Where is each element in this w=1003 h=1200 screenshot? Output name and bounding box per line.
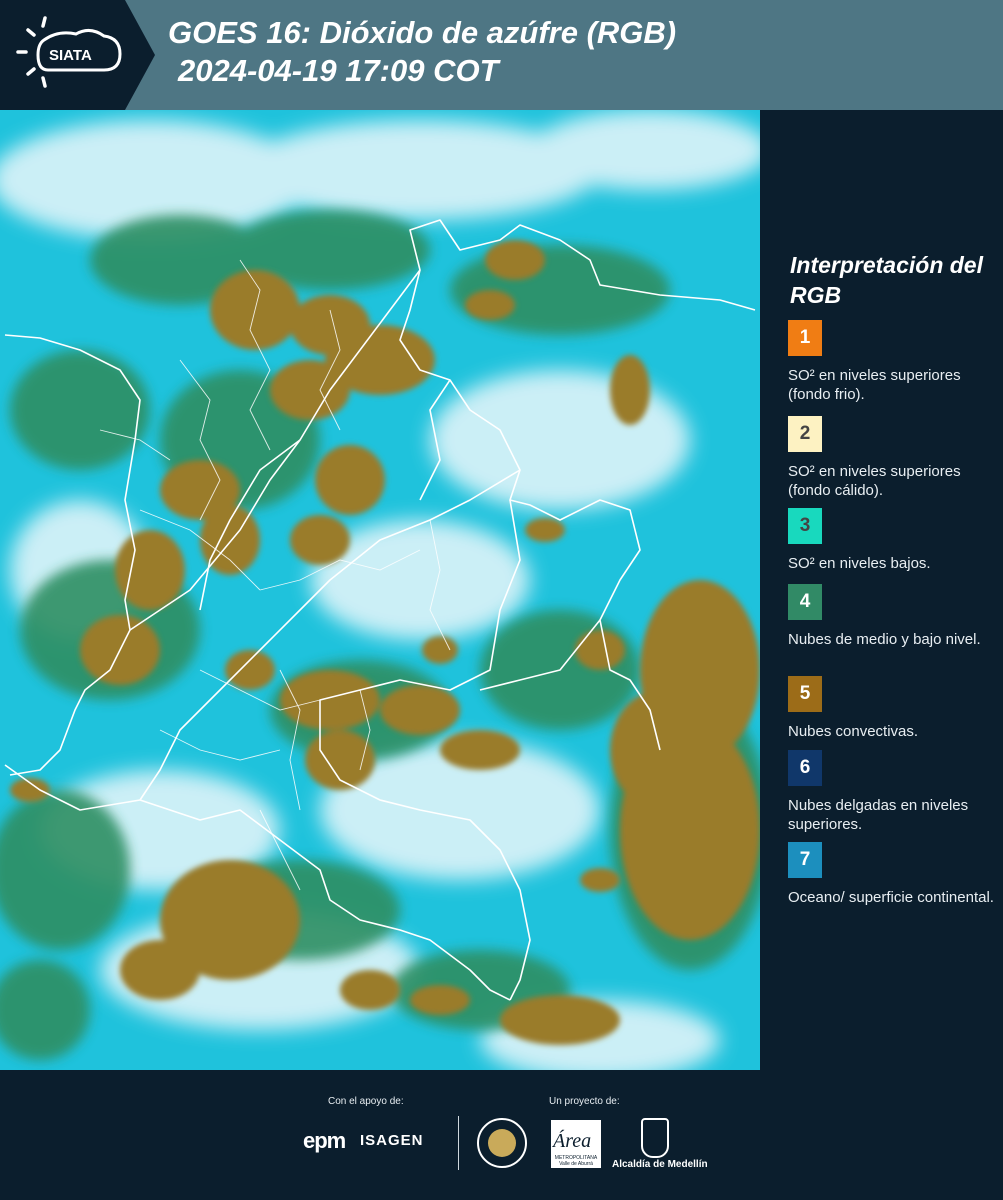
alcaldia-shield-icon bbox=[641, 1118, 669, 1158]
page-title: GOES 16: Dióxido de azúfre (RGB) 2024-04… bbox=[168, 14, 676, 90]
legend-label-4: Nubes de medio y bajo nivel. bbox=[788, 631, 981, 648]
legend-item-4: 4 Nubes de medio y bajo nivel. bbox=[788, 584, 998, 649]
legend-item-2: 2 SO² en niveles superiores (fondo cálid… bbox=[788, 416, 998, 500]
siata-logo: SIATA bbox=[0, 0, 155, 110]
area-logo-text: Área bbox=[553, 1130, 592, 1152]
footer: Con el apoyo de: Un proyecto de: epm ISA… bbox=[0, 1070, 1003, 1200]
alcaldia-logo-text: Alcaldía de Medellín bbox=[612, 1159, 708, 1170]
legend-item-6: 6 Nubes delgadas en niveles superiores. bbox=[788, 750, 998, 834]
legend-swatch-7: 7 bbox=[788, 842, 822, 878]
title-line-product: GOES 16: Dióxido de azúfre (RGB) bbox=[168, 15, 677, 50]
isagen-logo: ISAGEN bbox=[360, 1132, 424, 1149]
legend-item-5: 5 Nubes convectivas. bbox=[788, 676, 998, 741]
legend-swatch-5: 5 bbox=[788, 676, 822, 712]
legend-label-5: Nubes convectivas. bbox=[788, 723, 919, 740]
legend-item-1: 1 SO² en niveles superiores (fondo frio)… bbox=[788, 320, 998, 404]
legend-item-3: 3 SO² en niveles bajos. bbox=[788, 508, 998, 573]
legend-panel: Interpretación del RGB 1 SO² en niveles … bbox=[762, 110, 1003, 1070]
area-logo-subtext: METROPOLITANA Valle de Aburrá bbox=[554, 1155, 598, 1167]
support-label: Con el apoyo de: bbox=[328, 1096, 404, 1107]
satellite-map bbox=[0, 110, 760, 1070]
legend-swatch-1: 1 bbox=[788, 320, 822, 356]
title-line-datetime: 2024-04-19 17:09 COT bbox=[178, 53, 499, 88]
legend-title: Interpretación del RGB bbox=[790, 252, 983, 308]
legend-swatch-4: 4 bbox=[788, 584, 822, 620]
legend-swatch-3: 3 bbox=[788, 508, 822, 544]
legend-item-7: 7 Oceano/ superficie continental. bbox=[788, 842, 998, 907]
legend-label-3: SO² en niveles bajos. bbox=[788, 555, 931, 572]
epm-logo: epm bbox=[303, 1128, 346, 1153]
logo-text: SIATA bbox=[49, 47, 92, 64]
university-seal-icon bbox=[477, 1118, 527, 1168]
legend-swatch-6: 6 bbox=[788, 750, 822, 786]
legend-label-2: SO² en niveles superiores (fondo cálido)… bbox=[788, 463, 961, 499]
legend-swatch-2: 2 bbox=[788, 416, 822, 452]
legend-label-1: SO² en niveles superiores (fondo frio). bbox=[788, 367, 961, 403]
project-label: Un proyecto de: bbox=[549, 1096, 620, 1107]
legend-label-6: Nubes delgadas en niveles superiores. bbox=[788, 797, 969, 833]
header-bar: SIATA GOES 16: Dióxido de azúfre (RGB) 2… bbox=[0, 0, 1003, 110]
legend-label-7: Oceano/ superficie continental. bbox=[788, 889, 994, 906]
footer-divider bbox=[458, 1116, 459, 1170]
